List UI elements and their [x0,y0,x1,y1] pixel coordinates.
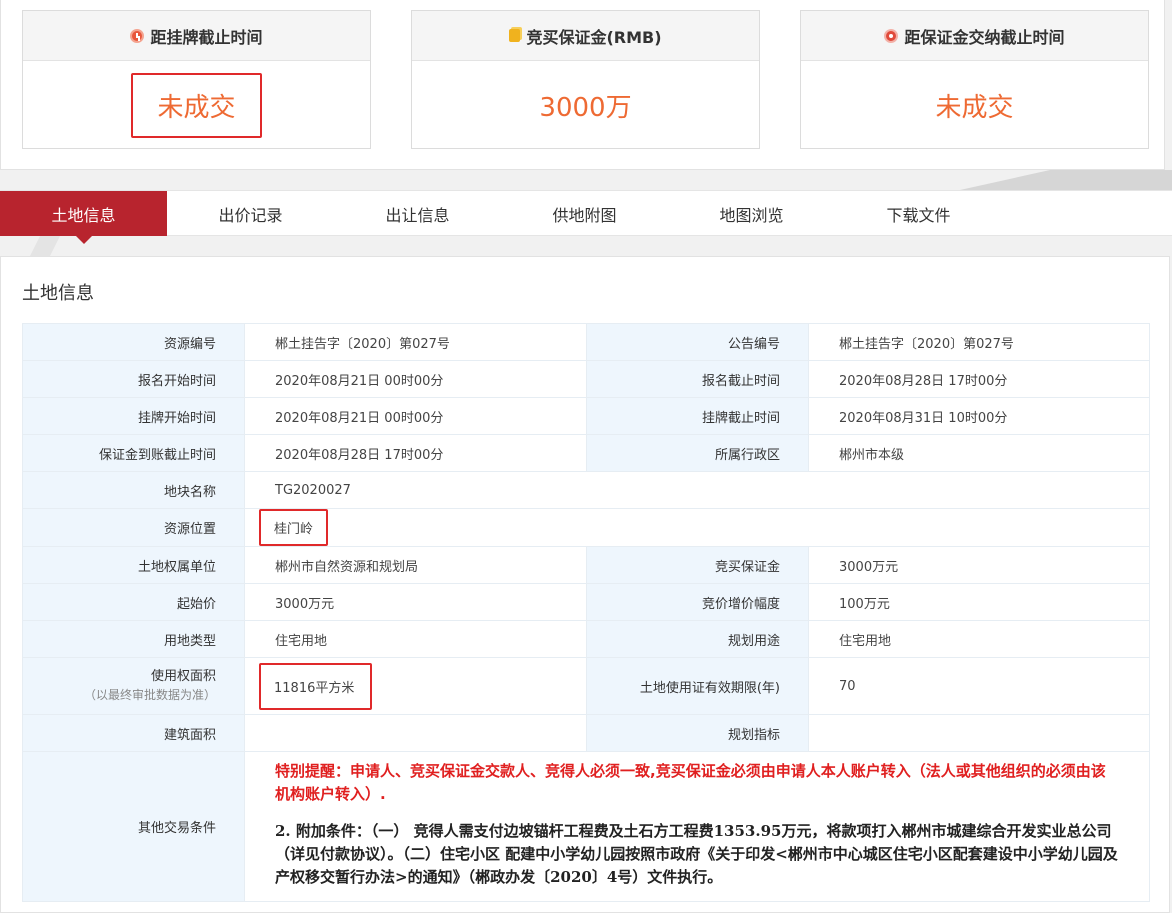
stat-title: 距保证金交纳截止时间 [904,27,1065,47]
alarm-icon [884,28,899,43]
field-value: 郴州市本级 [808,434,1150,472]
stat-value: 未成交 [131,72,262,138]
field-label: 用地类型 [22,620,245,658]
tab-transfer-info[interactable]: 出让信息 [334,191,501,236]
coin-icon [509,29,521,42]
field-value: 100万元 [808,583,1150,621]
field-value: 2020年08月21日 00时00分 [244,397,587,435]
field-label: 其他交易条件 [22,751,245,902]
field-value: 3000万元 [808,546,1150,584]
field-label: 地块名称 [22,471,245,509]
section-title: 土地信息 [22,283,94,304]
field-label: 公告编号 [586,323,809,361]
field-label: 土地权属单位 [22,546,245,584]
field-label: 所属行政区 [586,434,809,472]
field-label: 竞买保证金 [586,546,809,584]
table-row: 报名开始时间 2020年08月21日 00时00分 报名截止时间 2020年08… [22,360,1150,398]
tab-land-info[interactable]: 土地信息 [0,191,167,244]
land-info-table: 资源编号 郴土挂告字〔2020〕第027号 公告编号 郴土挂告字〔2020〕第0… [22,323,1150,902]
field-label: 规划指标 [586,714,809,752]
field-label: 报名开始时间 [22,360,245,398]
field-value: 70 [808,657,1150,715]
field-label: 资源位置 [22,508,245,547]
field-label: 使用权面积 [150,669,216,684]
tab-bid-records[interactable]: 出价记录 [167,191,334,236]
table-row: 其他交易条件 特别提醒：申请人、竞买保证金交款人、竞得人必须一致,竞买保证金必须… [22,751,1150,902]
table-row: 资源位置 桂门岭 [22,508,1150,547]
field-value: 住宅用地 [808,620,1150,658]
tab-map-view[interactable]: 地图浏览 [668,191,835,236]
field-value: 郴土挂告字〔2020〕第027号 [244,323,587,361]
tab-bar: 土地信息 出价记录 出让信息 供地附图 地图浏览 下载文件 [0,190,1172,244]
field-label: 起始价 [22,583,245,621]
status-panel: 距挂牌截止时间 未成交 竞买保证金(RMB) 3000万 距保证金交纳截止时间 … [0,0,1165,170]
field-label: 竞价增价幅度 [586,583,809,621]
table-row: 资源编号 郴土挂告字〔2020〕第027号 公告编号 郴土挂告字〔2020〕第0… [22,323,1150,361]
special-notice: 特别提醒：申请人、竞买保证金交款人、竞得人必须一致,竞买保证金必须由申请人本人账… [275,762,1106,803]
tab-download-files[interactable]: 下载文件 [835,191,1002,236]
clock-icon [130,28,145,43]
table-row: 建筑面积 规划指标 [22,714,1150,752]
field-value: 2020年08月28日 17时00分 [808,360,1150,398]
field-label: 保证金到账截止时间 [22,434,245,472]
stat-value: 3000万 [539,92,632,123]
table-row: 地块名称 TG2020027 [22,471,1150,509]
field-label: 规划用途 [586,620,809,658]
table-row: 挂牌开始时间 2020年08月21日 00时00分 挂牌截止时间 2020年08… [22,397,1150,435]
field-label: 挂牌截止时间 [586,397,809,435]
field-label: 挂牌开始时间 [22,397,245,435]
land-info-panel: 土地信息 资源编号 郴土挂告字〔2020〕第027号 公告编号 郴土挂告字〔20… [0,256,1170,913]
field-value: 郴州市自然资源和规划局 [244,546,587,584]
stat-card-deposit-deadline: 距保证金交纳截止时间 未成交 [800,10,1149,149]
field-value: 11816平方米 [259,662,373,710]
table-row: 土地权属单位 郴州市自然资源和规划局 竞买保证金 3000万元 [22,546,1150,584]
field-value: 2020年08月28日 17时00分 [244,434,587,472]
tab-land-attachments[interactable]: 供地附图 [501,191,668,236]
stat-title: 距挂牌截止时间 [150,27,263,47]
field-value: 住宅用地 [244,620,587,658]
field-value: 桂门岭 [259,509,329,546]
stat-card-deposit: 竞买保证金(RMB) 3000万 [411,10,760,149]
field-value: 2020年08月21日 00时00分 [244,360,587,398]
field-note: （以最终审批数据为准） [83,688,216,702]
field-value: TG2020027 [244,471,1150,509]
field-label: 报名截止时间 [586,360,809,398]
stat-value: 未成交 [935,92,1014,123]
table-row: 起始价 3000万元 竞价增价幅度 100万元 [22,583,1150,621]
additional-conditions: 2. 附加条件：（一） 竞得人需支付边坡锚杆工程费及土石方工程费1353.95万… [275,822,1118,886]
field-value [244,714,587,752]
field-value: 3000万元 [244,583,587,621]
field-label: 土地使用证有效期限(年) [586,657,809,715]
field-value: 2020年08月31日 10时00分 [808,397,1150,435]
table-row: 用地类型 住宅用地 规划用途 住宅用地 [22,620,1150,658]
table-row: 保证金到账截止时间 2020年08月28日 17时00分 所属行政区 郴州市本级 [22,434,1150,472]
table-row: 使用权面积 （以最终审批数据为准） 11816平方米 土地使用证有效期限(年) … [22,657,1150,715]
field-label: 资源编号 [22,323,245,361]
field-label: 建筑面积 [22,714,245,752]
stat-card-listing-deadline: 距挂牌截止时间 未成交 [22,10,371,149]
field-value [808,714,1150,752]
field-value: 郴土挂告字〔2020〕第027号 [808,323,1150,361]
stat-title: 竞买保证金(RMB) [526,27,662,47]
